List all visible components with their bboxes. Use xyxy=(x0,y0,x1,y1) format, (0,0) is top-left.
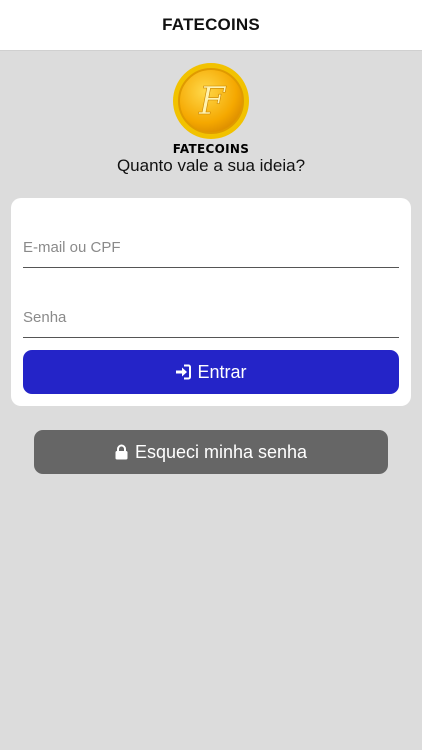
lock-icon xyxy=(115,444,128,460)
login-card: Entrar xyxy=(11,198,411,406)
sign-in-icon xyxy=(175,364,192,380)
tagline: Quanto vale a sua ideia? xyxy=(116,156,306,175)
coin-icon: F xyxy=(173,63,249,139)
password-field[interactable] xyxy=(23,298,399,338)
email-field[interactable] xyxy=(23,228,399,268)
forgot-password-label: Esqueci minha senha xyxy=(134,441,308,462)
navbar: FATECOINS xyxy=(0,0,422,51)
logo-text: FATECOINS xyxy=(172,142,250,156)
login-button-label: Entrar xyxy=(197,361,247,382)
forgot-password-button[interactable]: Esqueci minha senha xyxy=(34,430,388,474)
page-title: FATECOINS xyxy=(162,15,260,34)
login-button[interactable]: Entrar xyxy=(23,350,399,394)
coin-letter: F xyxy=(198,79,227,123)
